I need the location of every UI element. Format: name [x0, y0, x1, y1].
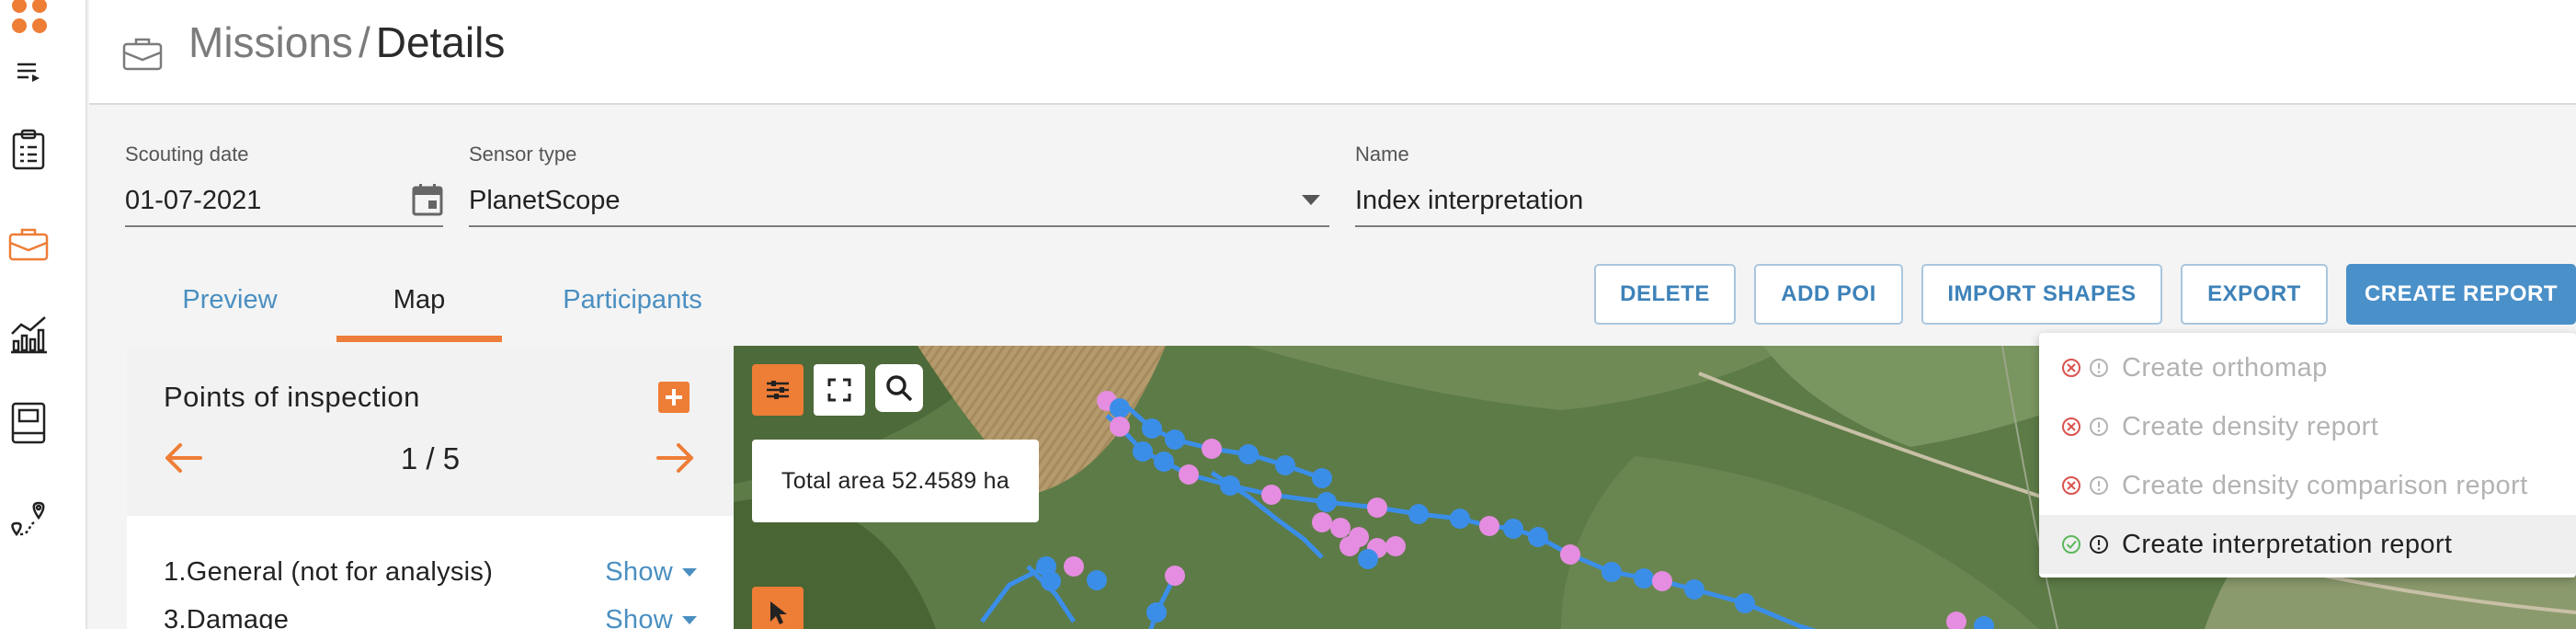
chart-icon[interactable] — [0, 308, 57, 360]
name-value[interactable]: Index interpretation — [1355, 185, 1583, 216]
page-header: Missions / Details — [89, 0, 2576, 105]
menu-item-create-interpretation-report[interactable]: Create interpretation report — [2039, 515, 2576, 574]
sensor-type-label: Sensor type — [469, 143, 577, 166]
apps-grid-icon[interactable] — [0, 0, 57, 42]
info-circle-icon — [2090, 535, 2108, 554]
fullscreen-icon[interactable] — [814, 364, 865, 416]
dropdown-caret-icon[interactable] — [1302, 194, 1320, 211]
show-toggle[interactable]: Show — [605, 557, 697, 588]
tab-map[interactable]: Map — [336, 276, 502, 342]
chevron-down-icon — [682, 567, 697, 577]
name-field[interactable]: Name Index interpretation — [1355, 143, 2576, 227]
menu-item-label[interactable]: Create interpretation report — [2122, 530, 2452, 560]
briefcase-icon[interactable] — [0, 218, 57, 269]
name-label: Name — [1355, 143, 1409, 166]
show-label[interactable]: Show — [605, 557, 673, 588]
scouting-date-label: Scouting date — [125, 143, 249, 166]
book-icon[interactable] — [0, 397, 57, 449]
create-report-button[interactable]: CREATE REPORT — [2346, 264, 2576, 325]
info-circle-icon — [2090, 359, 2108, 377]
add-poi-icon-button[interactable] — [658, 382, 690, 413]
info-circle-icon — [2090, 476, 2108, 495]
scouting-date-underline — [125, 225, 443, 227]
briefcase-icon — [122, 35, 163, 76]
list-item: 1.General (not for analysis) Show — [164, 557, 697, 588]
menu-list-icon[interactable] — [0, 46, 57, 97]
left-sidebar — [0, 0, 87, 629]
create-report-menu: Create orthomap Create density report Cr… — [2039, 333, 2576, 578]
menu-item-create-orthomap: Create orthomap — [2039, 338, 2576, 397]
info-circle-icon — [2090, 417, 2108, 436]
poi-category-label: 1.General (not for analysis) — [164, 557, 494, 587]
add-poi-button[interactable]: ADD POI — [1754, 264, 1903, 325]
layers-settings-icon[interactable] — [752, 364, 804, 416]
cursor-icon[interactable] — [752, 587, 804, 629]
poi-panel-title: Points of inspection — [164, 381, 420, 413]
menu-item-label: Create orthomap — [2122, 352, 2328, 383]
poi-panel: Points of inspection 1 / 5 1.General (no… — [127, 346, 734, 629]
menu-item-create-density-comparison-report: Create density comparison report — [2039, 456, 2576, 515]
sensor-type-select[interactable]: Sensor type PlanetScope — [469, 143, 1329, 227]
poi-category-label: 3.Damage — [164, 605, 290, 629]
import-shapes-button[interactable]: IMPORT SHAPES — [1921, 264, 2162, 325]
plus-icon — [666, 389, 682, 406]
tab-preview[interactable]: Preview — [138, 276, 322, 342]
breadcrumb-separator: / — [358, 18, 370, 66]
clipboard-icon[interactable] — [0, 124, 57, 176]
menu-item-label: Create density report — [2122, 411, 2379, 441]
chevron-down-icon — [682, 615, 697, 624]
error-circle-icon — [2062, 417, 2080, 436]
delete-button[interactable]: DELETE — [1594, 264, 1736, 325]
next-poi-arrow-icon[interactable] — [655, 441, 695, 479]
error-circle-icon — [2062, 476, 2080, 495]
export-button[interactable]: EXPORT — [2181, 264, 2328, 325]
track-point-markers — [1036, 391, 1994, 629]
page-title: Details — [375, 18, 506, 66]
search-icon[interactable] — [875, 364, 923, 412]
sensor-type-value[interactable]: PlanetScope — [469, 185, 620, 216]
menu-item-label: Create density comparison report — [2122, 470, 2528, 500]
error-circle-icon — [2062, 359, 2080, 377]
list-item: 3.Damage Show — [164, 605, 697, 629]
breadcrumb: Missions / Details — [188, 17, 505, 68]
scouting-date-field[interactable]: Scouting date 01-07-2021 — [125, 143, 443, 227]
calendar-icon[interactable] — [412, 183, 443, 221]
breadcrumb-missions[interactable]: Missions — [188, 18, 353, 66]
show-toggle[interactable]: Show — [605, 605, 697, 629]
total-area-label: Total area 52.4589 ha — [752, 440, 1039, 522]
route-pins-icon[interactable] — [0, 492, 57, 543]
poi-panel-header: Points of inspection 1 / 5 — [127, 346, 734, 516]
poi-pager: 1 / 5 — [400, 441, 461, 475]
name-underline — [1355, 225, 2576, 227]
show-label[interactable]: Show — [605, 605, 673, 629]
menu-item-create-density-report: Create density report — [2039, 397, 2576, 456]
check-circle-icon — [2062, 535, 2080, 554]
tab-participants[interactable]: Participants — [541, 276, 724, 342]
scouting-date-value[interactable]: 01-07-2021 — [125, 185, 261, 216]
sensor-type-underline — [469, 225, 1329, 227]
